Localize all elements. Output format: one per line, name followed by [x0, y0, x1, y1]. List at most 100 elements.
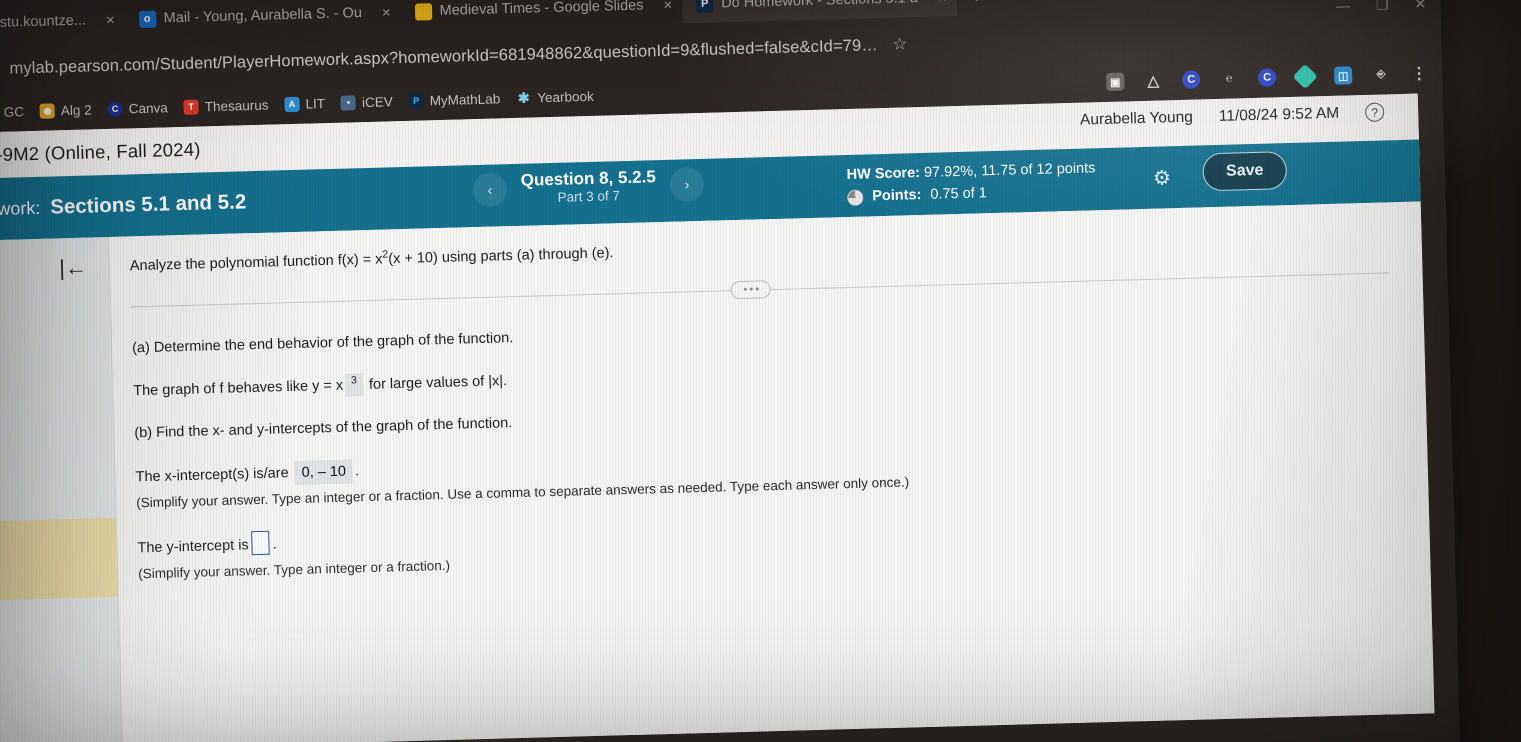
- screenshot-icon[interactable]: ◫: [1333, 66, 1353, 85]
- question-part: Part 3 of 7: [557, 188, 621, 206]
- y-intercept-label: The y-intercept is: [137, 537, 249, 557]
- points-label: Points:: [872, 186, 922, 205]
- y-intercept-period: .: [272, 536, 277, 553]
- browser-tab-1[interactable]: o ox - ayoung@stu.kountze... ×: [0, 0, 125, 45]
- save-button[interactable]: Save: [1202, 151, 1288, 192]
- window-controls: — ❐ ✕: [1336, 0, 1427, 15]
- question-navigator: ‹ Question 8, 5.2.5 Part 3 of 7 ›: [472, 165, 705, 209]
- bookmark-icev[interactable]: • iCEV: [340, 93, 393, 111]
- x-intercept-answer-field[interactable]: 0, – 10: [294, 459, 354, 486]
- homework-name: Sections 5.1 and 5.2: [49, 190, 247, 219]
- end-behavior-post: for large values of |x|.: [364, 373, 508, 393]
- bookmark-gc[interactable]: ☺ GC: [0, 104, 24, 120]
- c-extension-icon[interactable]: C: [1181, 70, 1201, 89]
- sidebar-item-question-6[interactable]: on 6: [0, 360, 114, 445]
- bookmark-lit[interactable]: A LIT: [284, 96, 325, 112]
- bookmark-yearbook[interactable]: ✱ Yearbook: [516, 88, 594, 105]
- chrome-menu-icon[interactable]: ⋮: [1410, 64, 1428, 82]
- tab-title: ox - ayoung@stu.kountze...: [0, 12, 87, 34]
- tab-title: Mail - Young, Aurabella S. - Ou: [163, 5, 363, 27]
- bookmark-label: MyMathLab: [429, 90, 501, 108]
- shield-icon[interactable]: △: [1144, 71, 1162, 90]
- bookmark-label: iCEV: [361, 93, 393, 110]
- x-intercept-period: .: [354, 463, 360, 480]
- bookmark-label: Alg 2: [60, 101, 92, 118]
- hw-score-label: HW Score:: [846, 165, 921, 184]
- bookmark-star-icon[interactable]: ☆: [890, 34, 911, 55]
- help-icon[interactable]: ?: [1364, 102, 1385, 122]
- homework-label: ework:: [0, 197, 41, 220]
- tab-close-icon[interactable]: ×: [938, 0, 947, 6]
- tab-close-icon[interactable]: ×: [382, 4, 391, 21]
- question-list-sidebar: n list |← on 5 on 6 on 7 on 8: [0, 237, 122, 742]
- bookmark-mymathlab[interactable]: P MyMathLab: [408, 90, 501, 109]
- question-number: Question 8, 5.2.5: [520, 167, 657, 190]
- extension-icon[interactable]: ▣: [1106, 72, 1125, 91]
- hw-score-value: 97.92%, 11.75 of 12 points: [923, 160, 1096, 181]
- bookmark-manager-icon[interactable]: ⎆: [1372, 65, 1390, 83]
- end-behavior-answer-field[interactable]: 3: [344, 373, 364, 397]
- yearbook-icon: ✱: [517, 89, 530, 106]
- c-extension-icon-2[interactable]: C: [1257, 68, 1277, 87]
- pie-chart-icon: [847, 189, 864, 206]
- pearson-icon: P: [696, 0, 714, 13]
- bookmark-label: GC: [3, 103, 25, 120]
- course-title: 4-9M2 (Online, Fall 2024): [0, 138, 201, 166]
- browser-window: o ox - ayoung@stu.kountze... × o Mail - …: [0, 0, 1461, 742]
- mymathlab-icon: P: [408, 92, 424, 109]
- sidebar-item-question-9[interactable]: on 9: [0, 597, 120, 682]
- bookmark-thesaurus[interactable]: T Thesaurus: [183, 97, 269, 115]
- next-question-button[interactable]: ›: [669, 166, 705, 202]
- score-panel: HW Score: 97.92%, 11.75 of 12 points Poi…: [846, 158, 1096, 208]
- thesaurus-icon: T: [183, 99, 199, 115]
- x-intercept-label: The x-intercept(s) is/are: [135, 465, 289, 486]
- browser-tab-3[interactable]: Medieval Times - Google Slides ×: [400, 0, 683, 31]
- y-intercept-input[interactable]: [251, 530, 270, 556]
- homework-title: ework: Sections 5.1 and 5.2: [0, 190, 247, 224]
- bookmark-canva[interactable]: C Canva: [107, 99, 168, 117]
- bookmark-label: Thesaurus: [204, 97, 269, 114]
- sidebar-item-question-7[interactable]: on 7: [0, 439, 116, 524]
- bookmark-label: Yearbook: [536, 88, 594, 105]
- lit-icon: A: [284, 96, 300, 112]
- end-behavior-exponent: 3: [350, 375, 358, 387]
- prompt-text-post: (x + 10) using parts (a) through (e).: [388, 245, 614, 268]
- diamond-icon[interactable]: [1292, 63, 1318, 90]
- more-options-icon[interactable]: [730, 279, 771, 299]
- question-content: Analyze the polynomial function f(x) = x…: [108, 201, 1435, 742]
- bookmark-alg2[interactable]: ◉ Alg 2: [39, 101, 92, 119]
- maximize-icon[interactable]: ❐: [1376, 0, 1389, 14]
- tab-close-icon[interactable]: ×: [106, 11, 115, 28]
- icev-icon: •: [340, 94, 357, 111]
- new-tab-button[interactable]: +: [956, 0, 996, 8]
- close-window-icon[interactable]: ✕: [1414, 0, 1426, 13]
- tab-title: Medieval Times - Google Slides: [439, 0, 644, 19]
- points-value: 0.75 of 1: [930, 184, 988, 203]
- end-behavior-pre: The graph of f behaves like y = x: [133, 377, 344, 400]
- page-body: n list |← on 5 on 6 on 7 on 8: [0, 201, 1435, 742]
- grammar-icon[interactable]: ℮: [1220, 69, 1238, 87]
- tab-close-icon[interactable]: ×: [663, 0, 672, 13]
- question-info: Question 8, 5.2.5 Part 3 of 7: [520, 166, 656, 208]
- collapse-sidebar-icon[interactable]: |←: [59, 255, 87, 282]
- sidebar-item-question-8[interactable]: on 8: [0, 517, 118, 604]
- browser-tab-4-active[interactable]: P Do Homework - Sections 5.1 a ×: [681, 0, 958, 24]
- screen-photo: o ox - ayoung@stu.kountze... × o Mail - …: [0, 0, 1521, 742]
- minimize-icon[interactable]: —: [1336, 0, 1350, 15]
- timestamp: 11/08/24 9:52 AM: [1218, 104, 1340, 125]
- user-name: Aurabella Young: [1079, 108, 1194, 129]
- alg2-icon: ◉: [39, 102, 56, 119]
- canva-icon: C: [107, 101, 123, 117]
- extension-icons: ▣ △ C ℮ C ◫ ⎆ ⋮: [1106, 63, 1428, 91]
- gear-icon[interactable]: ⚙: [1151, 166, 1174, 189]
- sidebar-item-question-5[interactable]: on 5: [0, 281, 111, 366]
- bookmark-label: Canva: [128, 99, 168, 116]
- browser-tab-2[interactable]: o Mail - Young, Aurabella S. - Ou ×: [124, 0, 401, 38]
- tab-title: Do Homework - Sections 5.1 a: [721, 0, 919, 12]
- outlook-icon: o: [138, 10, 156, 28]
- question-parts: (a) Determine the end behavior of the gr…: [131, 273, 1396, 585]
- previous-question-button[interactable]: ‹: [472, 172, 508, 208]
- page-viewport: 4-9M2 (Online, Fall 2024) Aurabella Youn…: [0, 93, 1435, 742]
- prompt-text-pre: Analyze the polynomial function f(x) = x: [129, 251, 383, 275]
- bookmark-label: LIT: [305, 95, 326, 112]
